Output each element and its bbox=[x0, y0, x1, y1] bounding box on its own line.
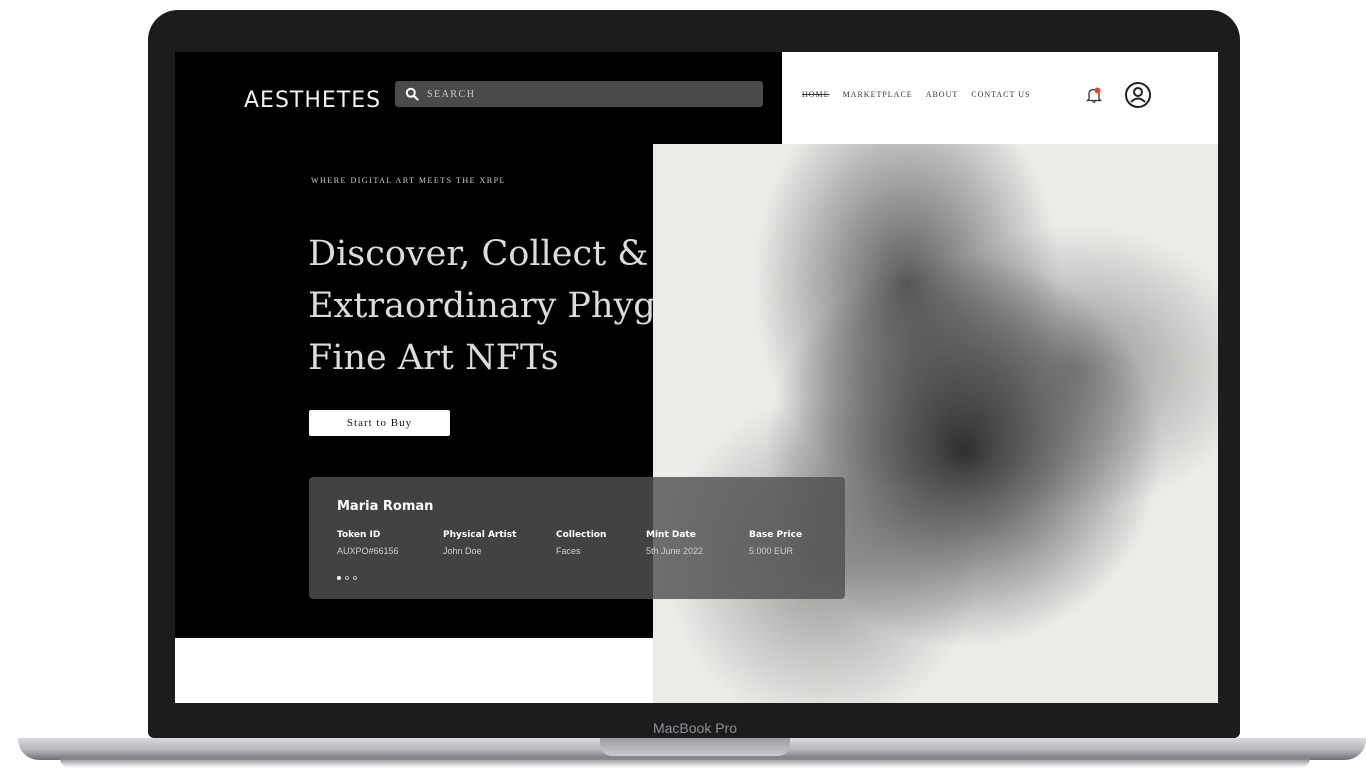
carousel-dot[interactable] bbox=[345, 576, 349, 580]
nav-home[interactable]: HOME bbox=[802, 90, 830, 99]
nft-info-card: Maria Roman Token ID AUXPO#66156 Physica… bbox=[309, 477, 845, 599]
notification-badge bbox=[1094, 87, 1101, 94]
laptop-notch bbox=[600, 738, 790, 756]
nft-details: Token ID AUXPO#66156 Physical Artist Joh… bbox=[337, 530, 829, 556]
top-nav: HOME MARKETPLACE ABOUT CONTACT US bbox=[782, 52, 1218, 144]
hero-kicker: WHERE DIGITAL ART MEETS THE XRPL bbox=[311, 176, 506, 185]
screen: AESTHETES WHERE DIGITAL ART MEETS THE XR… bbox=[175, 52, 1218, 703]
nav-about[interactable]: ABOUT bbox=[926, 90, 959, 99]
nav-marketplace[interactable]: MARKETPLACE bbox=[843, 90, 913, 99]
artist-name: Maria Roman bbox=[337, 499, 434, 514]
carousel-dot[interactable] bbox=[353, 576, 357, 580]
detail-collection: Collection Faces bbox=[556, 530, 607, 556]
nav-links: HOME MARKETPLACE ABOUT CONTACT US bbox=[802, 90, 1030, 99]
user-icon[interactable] bbox=[1124, 81, 1152, 109]
logo[interactable]: AESTHETES bbox=[244, 88, 381, 113]
carousel-dots bbox=[337, 576, 357, 580]
search-input[interactable] bbox=[425, 87, 749, 101]
artwork-image bbox=[653, 144, 1218, 703]
detail-token-id: Token ID AUXPO#66156 bbox=[337, 530, 399, 556]
detail-base-price: Base Price 5.000 EUR bbox=[749, 530, 803, 556]
start-to-buy-button[interactable]: Start to Buy bbox=[309, 410, 450, 436]
laptop-shadow bbox=[60, 758, 1310, 768]
search-icon bbox=[405, 87, 419, 101]
footer-strip bbox=[175, 638, 653, 703]
device-label: MacBook Pro bbox=[652, 720, 738, 736]
detail-mint-date: Mint Date 5th June 2022 bbox=[646, 530, 704, 556]
search-bar[interactable] bbox=[395, 81, 763, 107]
carousel-dot[interactable] bbox=[337, 576, 341, 580]
bell-icon[interactable] bbox=[1085, 86, 1103, 104]
detail-physical-artist: Physical Artist John Doe bbox=[443, 530, 517, 556]
nav-contact-us[interactable]: CONTACT US bbox=[971, 90, 1030, 99]
